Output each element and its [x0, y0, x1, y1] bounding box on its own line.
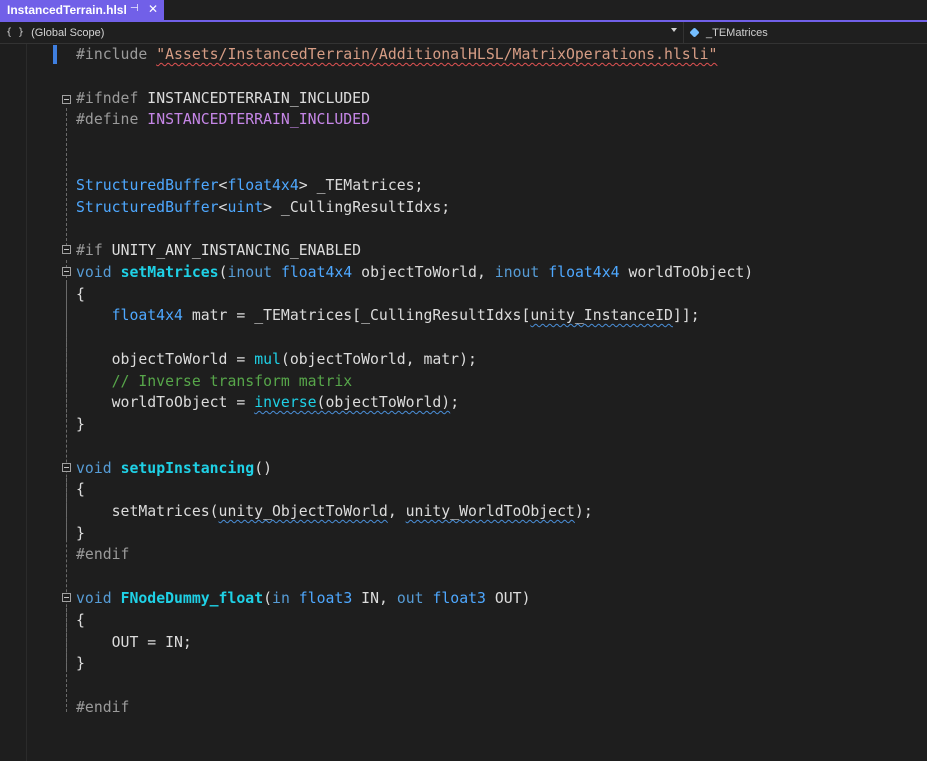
code-text[interactable]: #include "Assets/InstancedTerrain/Additi… — [0, 44, 927, 761]
type-name: float3 — [432, 590, 486, 607]
brace: } — [76, 525, 85, 542]
parameter: objectToWorld, — [361, 264, 486, 281]
identifier-warning: unity_InstanceID — [530, 307, 673, 324]
type-name: float4x4 — [111, 307, 183, 324]
type-name: StructuredBuffer — [76, 177, 219, 194]
brace: { — [76, 286, 85, 303]
preprocessor-keyword: #define — [76, 111, 139, 128]
code-line: #endif — [76, 544, 129, 565]
code-line: void setMatrices(inout float4x4 objectTo… — [76, 262, 753, 283]
code-line: float4x4 matr = _TEMatrices[_CullingResu… — [76, 305, 700, 326]
keyword: out — [396, 590, 424, 607]
comment: // Inverse transform matrix — [111, 373, 353, 390]
code-line: } — [76, 414, 85, 435]
code-line: void setupInstancing() — [76, 458, 272, 479]
preprocessor-keyword: #ifndef — [76, 90, 139, 107]
tab-title: InstancedTerrain.hlsl — [7, 3, 127, 17]
preprocessor-keyword: #if — [76, 242, 103, 259]
brace: { — [76, 481, 85, 498]
preprocessor-keyword: #endif — [76, 546, 130, 563]
scope-icon: { } — [6, 27, 25, 38]
punctuation: , — [387, 503, 406, 520]
function-call: inverse — [254, 394, 317, 411]
code-line: #ifndef INSTANCEDTERRAIN_INCLUDED — [76, 88, 370, 109]
code-line: setMatrices(unity_ObjectToWorld, unity_W… — [76, 501, 593, 522]
preprocessor-keyword: #include — [76, 46, 148, 63]
keyword: void — [76, 590, 112, 607]
scope-label: (Global Scope) — [31, 26, 105, 39]
identifier: matr = _TEMatrices[_CullingResultIdxs[ — [182, 307, 531, 324]
code-line: StructuredBuffer<float4x4> _TEMatrices; — [76, 175, 423, 196]
pin-icon[interactable]: ⊣ — [130, 3, 139, 14]
punctuation: ]]; — [672, 307, 700, 324]
function-name: setupInstancing — [120, 460, 255, 477]
identifier-warning: unity_WorldToObject — [405, 503, 575, 520]
member-dropdown[interactable]: _TEMatrices — [689, 22, 768, 43]
code-line: OUT = IN; — [76, 632, 192, 653]
brace: } — [76, 416, 85, 433]
code-line: { — [76, 610, 85, 631]
identifier-warning: unity_ObjectToWorld — [218, 503, 388, 520]
macro-name: UNITY_ANY_INSTANCING_ENABLED — [111, 242, 362, 259]
punctuation: ); — [574, 503, 593, 520]
code-line: // Inverse transform matrix — [76, 371, 353, 392]
function-call: setMatrices( — [111, 503, 219, 520]
code-editor[interactable]: #include "Assets/InstancedTerrain/Additi… — [0, 44, 927, 761]
parameter: worldToObject) — [628, 264, 754, 281]
punctuation: ( — [263, 590, 273, 607]
keyword: in — [272, 590, 290, 607]
parameter: OUT) — [494, 590, 531, 607]
keyword: inout — [494, 264, 540, 281]
field-icon — [689, 27, 700, 38]
keyword: void — [76, 264, 112, 281]
keyword: inout — [227, 264, 273, 281]
function-name: setMatrices — [120, 264, 219, 281]
punctuation: ; — [450, 394, 460, 411]
code-line: void FNodeDummy_float(in float3 IN, out … — [76, 588, 530, 609]
function-call: mul — [254, 351, 281, 368]
navigation-bar: { } (Global Scope) _TEMatrices — [0, 22, 927, 44]
preprocessor-keyword: #endif — [76, 699, 130, 716]
identifier-warning: (objectToWorld) — [316, 394, 451, 411]
document-tab-bar: InstancedTerrain.hlsl ⊣ ✕ — [0, 0, 927, 22]
type-name: float4x4 — [548, 264, 620, 281]
identifier: worldToObject = — [111, 394, 255, 411]
code-line: } — [76, 523, 85, 544]
chevron-down-icon[interactable] — [671, 28, 677, 32]
code-line: { — [76, 284, 85, 305]
identifier: objectToWorld = — [111, 351, 255, 368]
document-tab-active[interactable]: InstancedTerrain.hlsl ⊣ ✕ — [0, 0, 164, 20]
macro-name: INSTANCEDTERRAIN_INCLUDED — [147, 90, 370, 107]
identifier: > _CullingResultIdxs; — [263, 199, 451, 216]
code-line: } — [76, 653, 85, 674]
code-line: StructuredBuffer<uint> _CullingResultIdx… — [76, 197, 450, 218]
code-line: #include "Assets/InstancedTerrain/Additi… — [76, 44, 717, 65]
code-line: { — [76, 479, 85, 500]
close-icon[interactable]: ✕ — [148, 2, 158, 16]
brace: { — [76, 612, 85, 629]
scope-dropdown[interactable]: { } (Global Scope) — [0, 22, 684, 43]
code-line: #define INSTANCEDTERRAIN_INCLUDED — [76, 109, 370, 130]
code-line: #if UNITY_ANY_INSTANCING_ENABLED — [76, 240, 361, 261]
statement: OUT = IN; — [111, 634, 192, 651]
punctuation: () — [254, 460, 273, 477]
code-line: worldToObject = inverse(objectToWorld); — [76, 392, 459, 413]
type-name: float3 — [298, 590, 353, 607]
function-name: FNodeDummy_float — [120, 590, 264, 607]
type-name: float4x4 — [280, 264, 353, 281]
include-path-string: "Assets/InstancedTerrain/AdditionalHLSL/… — [156, 46, 718, 63]
brace: } — [76, 655, 85, 672]
code-line: #endif — [76, 697, 129, 718]
type-name: float4x4 — [227, 177, 299, 194]
identifier: > _TEMatrices; — [298, 177, 424, 194]
identifier: (objectToWorld, matr); — [280, 351, 477, 368]
type-name: uint — [227, 199, 264, 216]
keyword: void — [76, 460, 112, 477]
member-label: _TEMatrices — [706, 26, 768, 39]
parameter: IN, — [361, 590, 388, 607]
type-name: StructuredBuffer — [76, 199, 219, 216]
code-line: objectToWorld = mul(objectToWorld, matr)… — [76, 349, 477, 370]
macro-name: INSTANCEDTERRAIN_INCLUDED — [147, 111, 370, 128]
